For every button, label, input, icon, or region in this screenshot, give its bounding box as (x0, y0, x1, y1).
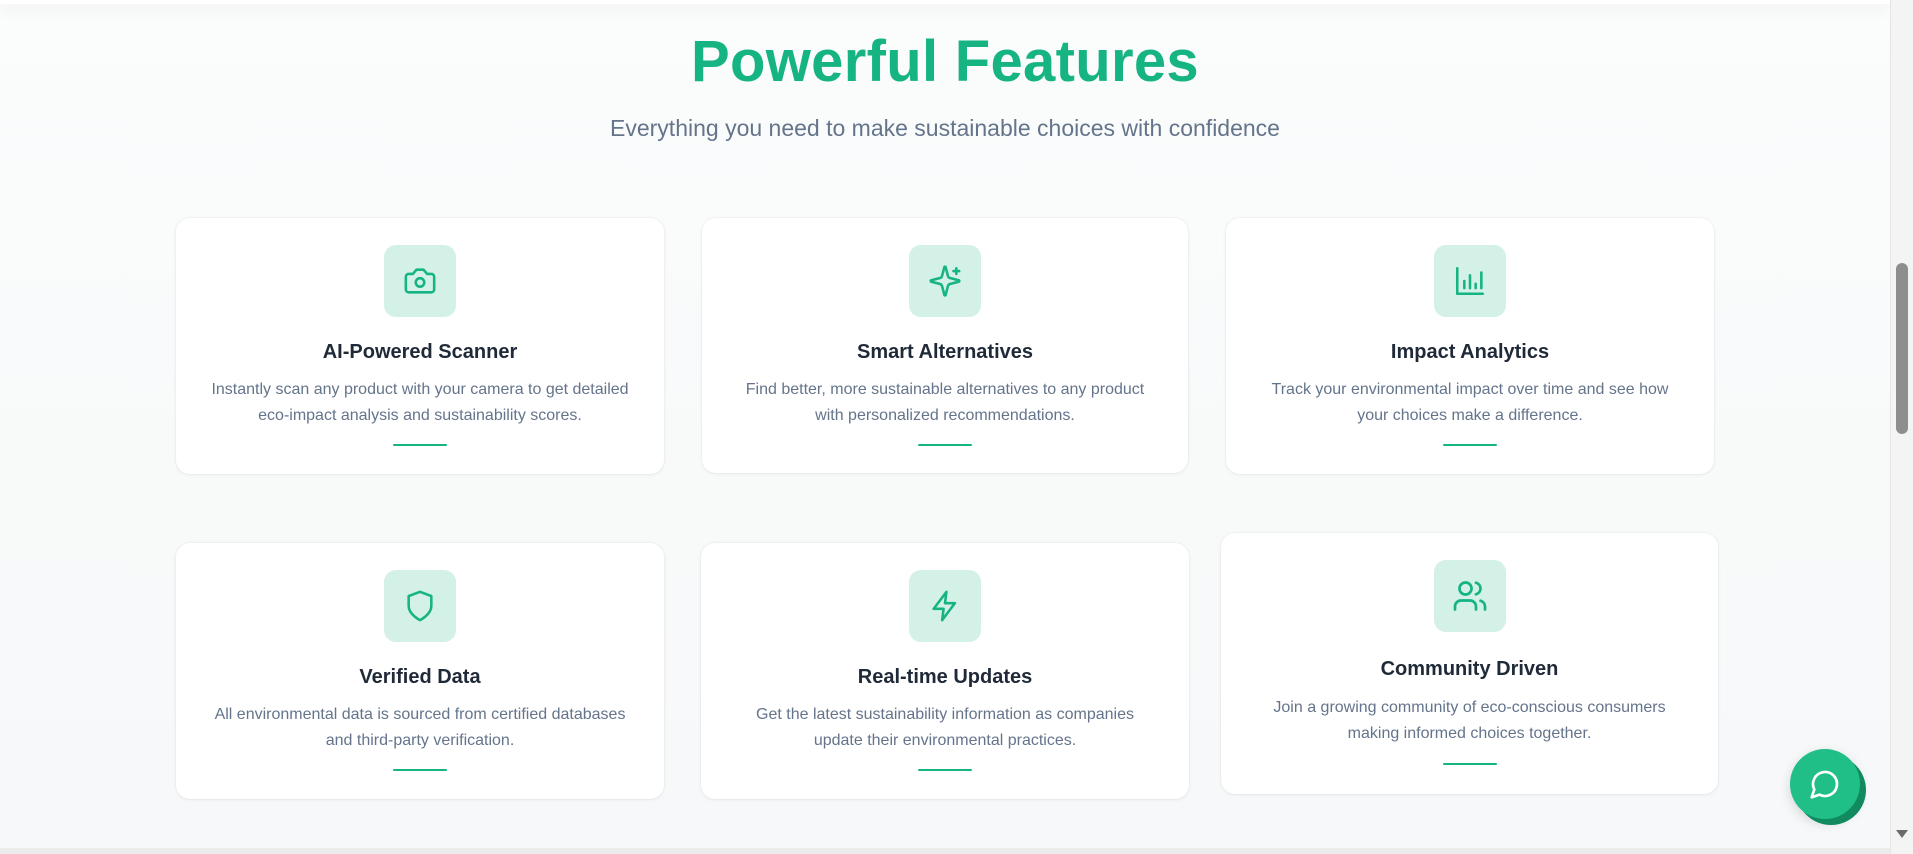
feature-title: Community Driven (1380, 658, 1559, 680)
features-section: Powerful Features Everything you need to… (0, 0, 1890, 854)
feature-title: Verified Data (359, 666, 481, 688)
section-subtitle: Everything you need to make sustainable … (610, 115, 1280, 141)
scrollbar-thumb[interactable] (1896, 263, 1908, 434)
accent-underline (918, 769, 972, 771)
feature-card-smart-alternatives: Smart Alternatives Find better, more sus… (702, 218, 1188, 473)
feature-card-community-driven: Community Driven Join a growing communit… (1221, 533, 1718, 794)
lightning-bolt-icon (909, 570, 981, 642)
sparkles-icon (909, 245, 981, 317)
bar-chart-icon (1434, 245, 1506, 317)
feature-description: Track your environmental impact over tim… (1271, 381, 1669, 424)
header-edge (0, 0, 1890, 4)
users-icon (1433, 560, 1506, 632)
feature-card-verified-data: Verified Data All environmental data is … (176, 543, 664, 799)
scroll-down-arrow-icon[interactable] (1896, 830, 1908, 838)
section-title: Powerful Features (691, 29, 1199, 94)
feature-title: Impact Analytics (1390, 341, 1550, 363)
accent-underline (393, 769, 447, 771)
accent-underline (393, 444, 447, 446)
accent-underline (918, 444, 972, 446)
feature-card-realtime-updates: Real-time Updates Get the latest sustain… (701, 543, 1189, 799)
shield-icon (384, 570, 456, 642)
feature-description: Join a growing community of eco-consciou… (1273, 699, 1666, 742)
accent-underline (1443, 444, 1497, 446)
feature-description: Find better, more sustainable alternativ… (745, 381, 1145, 424)
accent-underline (1442, 763, 1497, 765)
vertical-scrollbar[interactable] (1890, 0, 1913, 854)
bottom-edge (0, 848, 1890, 854)
camera-icon (384, 245, 456, 317)
feature-title: Real-time Updates (857, 666, 1033, 688)
feature-card-ai-scanner: AI-Powered Scanner Instantly scan any pr… (176, 218, 664, 474)
feature-description: Get the latest sustainability informatio… (756, 706, 1134, 749)
chat-bubble-icon (1810, 770, 1839, 799)
chat-button[interactable] (1790, 749, 1860, 819)
feature-description: Instantly scan any product with your cam… (211, 381, 629, 424)
feature-title: Smart Alternatives (857, 341, 1033, 363)
feature-card-impact-analytics: Impact Analytics Track your environmenta… (1226, 218, 1714, 474)
feature-title: AI-Powered Scanner (322, 341, 518, 363)
feature-description: All environmental data is sourced from c… (214, 706, 626, 749)
